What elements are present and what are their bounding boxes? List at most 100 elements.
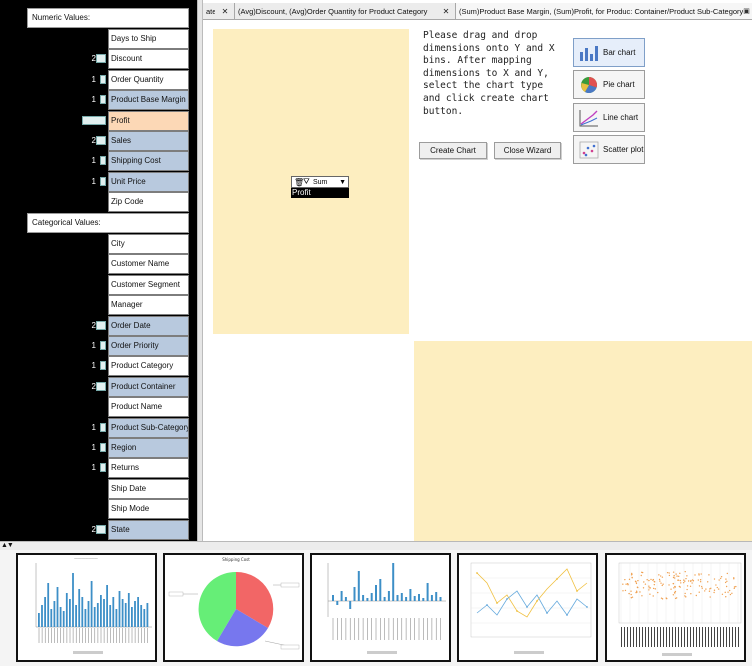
thumbnail-splitter[interactable]: ▲▼ (0, 541, 752, 550)
tab-sum-margin-chart[interactable]: (Sum)Product Base Margin, (Sum)Profit, f… (456, 3, 752, 19)
field-label[interactable]: Product Category (108, 356, 189, 377)
bar-chart-button[interactable]: Bar chart (573, 38, 645, 67)
field-label[interactable]: Product Container (108, 376, 189, 397)
thumbnail-point (641, 595, 643, 597)
field-label[interactable]: State (108, 519, 189, 540)
field-row-order-date[interactable]: 2 Order Date (0, 315, 197, 336)
field-label[interactable]: Order Quantity (108, 69, 189, 90)
thumbnail-point (627, 583, 629, 585)
thumbnail-point (684, 592, 686, 595)
field-row-region[interactable]: 1 Region (0, 438, 197, 458)
field-label[interactable]: Region (108, 438, 189, 458)
thumbnail-bar (439, 597, 442, 601)
line-chart-thumbnail-graphic (470, 562, 592, 654)
field-row-returns[interactable]: 1 Returns (0, 458, 197, 479)
field-label[interactable]: Order Date (108, 315, 189, 336)
x-axis-drop-zone[interactable] (414, 341, 752, 541)
thumbnail-bar (100, 595, 102, 627)
field-row-order-quantity[interactable]: 1 Order Quantity (0, 69, 197, 90)
thumbnail-tick-label (735, 627, 736, 647)
field-row-unit-price[interactable]: 1 Unit Price (0, 171, 197, 192)
field-row-profit[interactable]: 5Profit (0, 110, 197, 131)
field-row-sales[interactable]: 2 Sales (0, 131, 197, 151)
field-label[interactable]: Product Sub-Category (108, 417, 189, 438)
y-axis-drop-zone[interactable]: 🗑 ⛛ Sum ▼ Profit (213, 29, 409, 334)
field-row-city[interactable]: City (0, 234, 197, 254)
field-label[interactable]: Discount (108, 49, 189, 70)
tab-avg-discount-chart[interactable]: (Avg)Discount, (Avg)Order Quantity for P… (235, 3, 456, 19)
chevron-down-icon[interactable]: ▼ (339, 179, 346, 186)
field-label[interactable]: Customer Name (108, 254, 189, 275)
field-label[interactable]: Ship Mode (108, 499, 189, 520)
line-chart-thumbnail[interactable] (457, 553, 598, 662)
close-wizard-button[interactable]: Close Wizard (494, 142, 561, 159)
field-row-days-to-ship[interactable]: Days to Ship (0, 29, 197, 49)
field-label[interactable]: Shipping Cost (108, 151, 189, 172)
bar-chart-thumbnail-2[interactable] (310, 553, 451, 662)
close-icon[interactable]: ✕ (440, 7, 452, 16)
field-label[interactable]: Customer Segment (108, 274, 189, 295)
thumbnail-point (639, 591, 641, 593)
field-usage-bar (95, 320, 106, 330)
field-row-product-base-margin[interactable]: 1 Product Base Margin (0, 90, 197, 111)
filter-icon[interactable]: ⛛ (303, 177, 313, 187)
pie-thumbnail-title: Shipping Cost (222, 557, 250, 562)
field-usage-bar (100, 422, 106, 432)
thumbnail-tick-label (654, 627, 655, 647)
aggregation-select[interactable]: Sum (313, 179, 339, 186)
create-chart-button[interactable]: Create Chart (419, 142, 487, 159)
field-usage-bar (100, 463, 106, 473)
field-row-customer-name[interactable]: Customer Name (0, 254, 197, 275)
field-label[interactable]: Manager (108, 295, 189, 316)
field-row-ship-date[interactable]: Ship Date (0, 478, 197, 499)
line-chart-button[interactable]: Line chart (573, 103, 645, 132)
tab-previous-chart[interactable]: ate ✕ (203, 3, 235, 19)
field-usage-count: 1 (91, 74, 96, 84)
field-row-shipping-cost[interactable]: 1 Shipping Cost (0, 151, 197, 172)
field-label[interactable]: Returns (108, 458, 189, 479)
thumbnail-point (628, 592, 630, 595)
field-label[interactable]: Days to Ship (108, 29, 189, 49)
thumbnail-point (650, 578, 652, 581)
thumbnail-tick-label (726, 627, 727, 647)
field-label[interactable]: Zip Code (108, 192, 189, 213)
trash-icon[interactable]: 🗑 (294, 178, 304, 187)
field-label[interactable]: City (108, 234, 189, 254)
chart-type-label: Scatter plot (603, 145, 644, 154)
pie-chart-button[interactable]: Pie chart (573, 70, 645, 99)
close-icon[interactable]: ✕ (219, 7, 231, 16)
thumbnail-point (698, 585, 701, 587)
scatter-chart-thumbnail[interactable] (605, 553, 746, 662)
thumbnail-bar (137, 597, 139, 627)
field-row-ship-mode[interactable]: Ship Mode (0, 499, 197, 520)
field-row-state[interactable]: 2 State (0, 519, 197, 540)
thumbnail-tick-label (642, 627, 643, 647)
measure-chip[interactable]: 🗑 ⛛ Sum ▼ Profit (291, 176, 349, 198)
field-label[interactable]: Product Name (108, 397, 189, 418)
field-label[interactable]: Ship Date (108, 478, 189, 499)
field-row-product-sub-category[interactable]: 1 Product Sub-Category (0, 417, 197, 438)
field-label[interactable]: Product Base Margin (108, 90, 189, 111)
field-row-product-category[interactable]: 1 Product Category (0, 356, 197, 377)
field-row-manager[interactable]: Manager (0, 295, 197, 316)
collapse-arrows-icon[interactable]: ▲▼ (1, 542, 14, 550)
field-row-customer-segment[interactable]: Customer Segment (0, 274, 197, 295)
field-label[interactable]: Order Priority (108, 336, 189, 356)
thumbnail-bar (134, 601, 136, 627)
field-row-product-name[interactable]: Product Name (0, 397, 197, 418)
scatter-plot-button[interactable]: Scatter plot (573, 135, 645, 164)
field-label[interactable]: Sales (108, 131, 189, 151)
field-label[interactable]: Profit (108, 110, 189, 131)
thumbnail-point (672, 582, 675, 585)
field-row-discount[interactable]: 2 Discount (0, 49, 197, 70)
pie-chart-thumbnail[interactable]: Shipping Cost (163, 553, 304, 662)
field-row-order-priority[interactable]: 1 Order Priority (0, 336, 197, 356)
field-row-zip-code[interactable]: Zip Code (0, 192, 197, 213)
field-label[interactable]: Unit Price (108, 171, 189, 192)
thumbnail-point (726, 572, 729, 575)
field-row-product-container[interactable]: 2 Product Container (0, 376, 197, 397)
bar-chart-thumbnail[interactable]: ───────────── (16, 553, 157, 662)
thumbnail-bar (65, 593, 68, 627)
chart-thumbnail-strip: ───────────── Shipping Cost (0, 550, 752, 666)
thumbnail-point (653, 583, 656, 586)
